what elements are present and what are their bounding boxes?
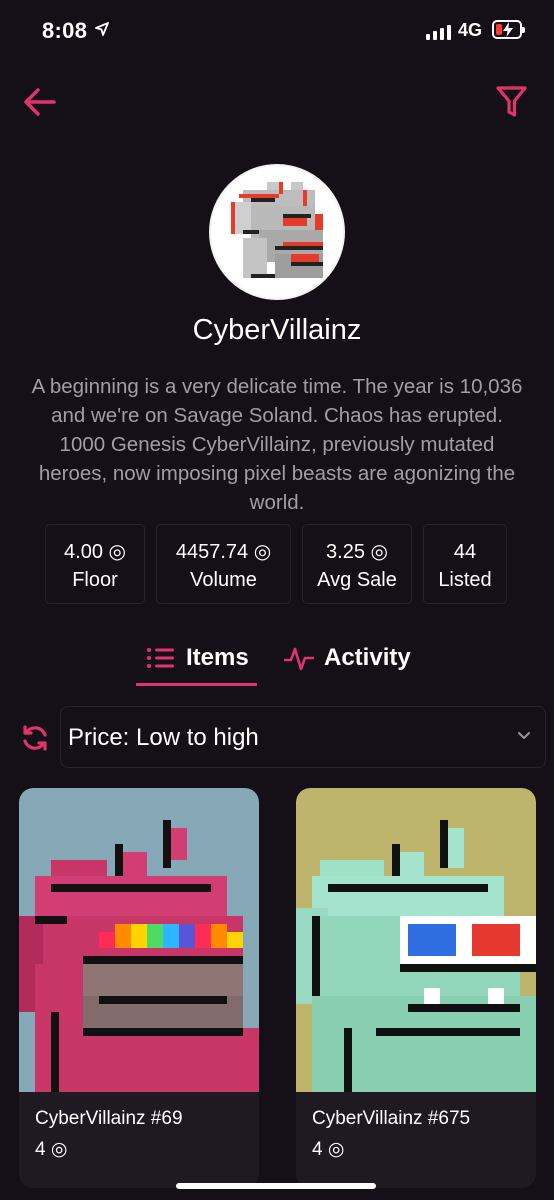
nft-price: 4 ◎ (312, 1139, 345, 1160)
nft-name: CyberVillainz #675 (312, 1108, 471, 1129)
location-arrow-icon (95, 22, 109, 36)
battery-icon (492, 20, 525, 39)
stat-volume: 4457.74 ◎ Volume (156, 524, 291, 604)
activity-pulse-icon (284, 647, 314, 671)
network-type: 4G (458, 20, 483, 40)
stat-label: Listed (438, 569, 492, 591)
stat-floor: 4.00 ◎ Floor (45, 524, 145, 604)
stat-value: 4457.74 ◎ (175, 541, 272, 563)
filter-funnel-icon (496, 86, 527, 117)
stat-avg-sale: 3.25 ◎ Avg Sale (302, 524, 412, 604)
refresh-button[interactable] (20, 723, 50, 753)
filter-button[interactable] (494, 82, 530, 122)
stat-label: Floor (72, 569, 118, 591)
cybervillain-avatar-image (211, 166, 343, 298)
collection-title: CyberVillainz (192, 314, 362, 346)
sort-selected-value: Price: Low to high (68, 724, 259, 751)
chevron-down-icon (518, 732, 530, 739)
collection-avatar (209, 164, 345, 300)
sort-row: Price: Low to high (0, 706, 554, 768)
sort-dropdown[interactable]: Price: Low to high (60, 706, 546, 768)
back-button[interactable] (22, 84, 62, 120)
nft-image (296, 788, 536, 1092)
stat-value: 4.00 ◎ (64, 541, 126, 563)
status-time: 8:08 (42, 18, 88, 43)
list-icon (147, 648, 174, 668)
collection-description: A beginning is a very delicate time. The… (31, 375, 523, 514)
refresh-icon (23, 725, 47, 751)
nft-name: CyberVillainz #69 (35, 1108, 183, 1129)
stat-value: 44 (453, 541, 477, 563)
cellular-signal-icon (426, 25, 451, 40)
arrow-left-icon (24, 88, 56, 116)
nft-card[interactable]: CyberVillainz #69 4 ◎ (19, 788, 259, 1188)
stat-label: Avg Sale (317, 569, 397, 591)
nft-price: 4 ◎ (35, 1139, 68, 1160)
cybervillain-675-image (296, 788, 536, 1092)
tab-items[interactable]: Items (146, 636, 249, 686)
tab-activity[interactable]: Activity (284, 636, 411, 686)
tab-items-label: Items (186, 644, 249, 671)
nft-card[interactable]: CyberVillainz #675 4 ◎ (296, 788, 536, 1188)
home-indicator[interactable] (176, 1183, 376, 1189)
active-tab-indicator (136, 683, 257, 686)
status-bar: 8:08 4G (0, 0, 554, 62)
nft-image (19, 788, 259, 1092)
stat-listed: 44 Listed (423, 524, 507, 604)
tab-bar: Items Activity (0, 636, 554, 686)
stats-row: 4.00 ◎ Floor 4457.74 ◎ Volume 3.25 ◎ Avg… (0, 524, 554, 604)
stat-value: 3.25 ◎ (326, 541, 388, 563)
stat-label: Volume (190, 569, 257, 591)
cybervillain-69-image (19, 788, 259, 1092)
tab-activity-label: Activity (324, 644, 411, 671)
